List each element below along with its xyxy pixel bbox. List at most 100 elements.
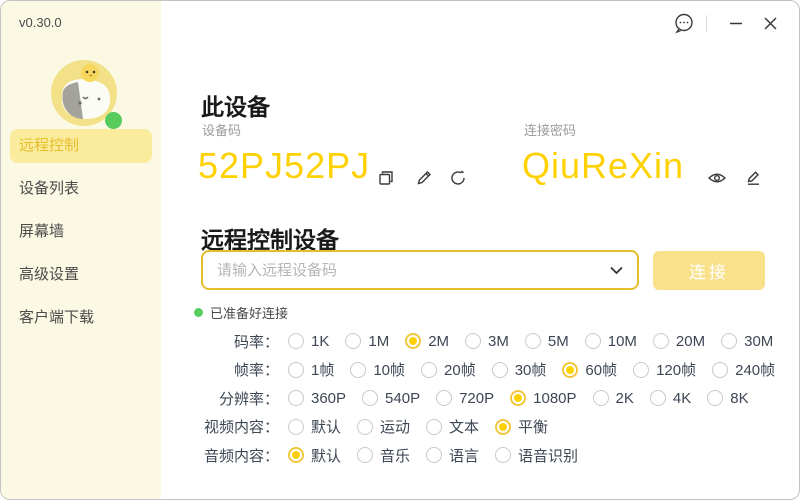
radio-group: 1K 1M 2M 3M 5M 10M 20M 30M [288, 333, 789, 350]
connection-status: 已准备好连接 [194, 303, 288, 322]
radio-selected-icon [405, 333, 421, 349]
radio-icon [436, 390, 452, 406]
feedback-chat-icon[interactable] [672, 11, 696, 35]
password-value: QiuReXin [522, 145, 684, 187]
radio-option-label: 1帧 [311, 359, 334, 380]
radio-option[interactable]: 240帧 [712, 359, 775, 380]
radio-icon [345, 333, 361, 349]
radio-option-label: 默认 [311, 445, 341, 466]
eye-icon[interactable] [707, 168, 727, 188]
radio-option[interactable]: 2K [593, 390, 634, 407]
radio-option-label: 语言 [449, 445, 479, 466]
radio-selected-icon [495, 419, 511, 435]
radio-option-label: 20M [676, 333, 705, 350]
sidebar-item-remote-control[interactable]: 远程控制 [10, 129, 152, 163]
radio-icon [350, 362, 366, 378]
titlebar-separator [706, 15, 707, 32]
setting-row: 帧率：1帧10帧20帧30帧60帧120帧240帧 [201, 356, 786, 385]
device-code-value: 52PJ52PJ [198, 145, 370, 187]
radio-option[interactable]: 默认 [288, 416, 341, 437]
sidebar-item-device-list[interactable]: 设备列表 [10, 172, 152, 206]
radio-option-label: 720P [459, 390, 494, 407]
radio-icon [465, 333, 481, 349]
radio-icon [650, 390, 666, 406]
radio-option-label: 30帧 [515, 359, 547, 380]
radio-group: 360P 540P 720P 1080P 2K 4K 8K [288, 390, 765, 407]
radio-option[interactable]: 1M [345, 333, 389, 350]
radio-option-label: 30M [744, 333, 773, 350]
radio-option-label: 120帧 [656, 359, 696, 380]
sidebar-item-screen-wall[interactable]: 屏幕墙 [10, 215, 152, 249]
radio-icon [288, 390, 304, 406]
setting-row-label: 码率： [201, 331, 279, 352]
radio-option-label: 1080P [533, 390, 576, 407]
radio-group: 默认 运动文本平衡 [288, 416, 564, 437]
radio-option[interactable]: 1K [288, 333, 329, 350]
edit-icon[interactable] [414, 168, 434, 188]
radio-option[interactable]: 语音识别 [495, 445, 578, 466]
sidebar: v0.30.0 远程控制设备列表屏幕墙高级设置客户端下载 [1, 1, 161, 499]
device-code-label: 设备码 [202, 120, 241, 139]
radio-icon [585, 333, 601, 349]
remote-device-code-field [201, 250, 639, 290]
radio-option[interactable]: 文本 [426, 416, 479, 437]
sidebar-item-advanced-settings[interactable]: 高级设置 [10, 258, 152, 292]
radio-option[interactable]: 540P [362, 390, 420, 407]
radio-icon [653, 333, 669, 349]
radio-option-label: 默认 [311, 416, 341, 437]
radio-option-label: 5M [548, 333, 569, 350]
radio-option-label: 8K [730, 390, 748, 407]
close-button[interactable] [758, 11, 782, 35]
radio-icon [362, 390, 378, 406]
radio-option[interactable]: 20M [653, 333, 705, 350]
radio-option[interactable]: 音乐 [357, 445, 410, 466]
setting-row-label: 分辨率： [201, 388, 279, 409]
radio-option[interactable]: 语言 [426, 445, 479, 466]
minimize-button[interactable] [724, 11, 748, 35]
sidebar-item-client-download[interactable]: 客户端下载 [10, 301, 152, 335]
radio-option-label: 4K [673, 390, 691, 407]
copy-icon[interactable] [376, 168, 396, 188]
radio-option[interactable]: 平衡 [495, 416, 548, 437]
radio-option[interactable]: 3M [465, 333, 509, 350]
password-label: 连接密码 [524, 120, 576, 139]
edit-icon[interactable] [743, 168, 763, 188]
radio-option[interactable]: 运动 [357, 416, 410, 437]
radio-option[interactable]: 2M [405, 333, 449, 350]
radio-option[interactable]: 120帧 [633, 359, 696, 380]
radio-option-label: 运动 [380, 416, 410, 437]
radio-selected-icon [288, 447, 304, 463]
setting-row: 分辨率： 360P 540P 720P 1080P 2K 4K 8K [201, 384, 786, 413]
radio-option[interactable]: 30M [721, 333, 773, 350]
radio-option[interactable]: 10帧 [350, 359, 405, 380]
avatar[interactable] [50, 59, 118, 127]
radio-option-label: 3M [488, 333, 509, 350]
radio-option[interactable]: 720P [436, 390, 494, 407]
radio-icon [707, 390, 723, 406]
radio-option[interactable]: 5M [525, 333, 569, 350]
radio-icon [288, 333, 304, 349]
radio-option[interactable]: 20帧 [421, 359, 476, 380]
radio-icon [492, 362, 508, 378]
radio-icon [357, 447, 373, 463]
radio-option[interactable]: 8K [707, 390, 748, 407]
radio-option[interactable]: 360P [288, 390, 346, 407]
radio-option-label: 语音识别 [518, 445, 578, 466]
status-text: 已准备好连接 [210, 303, 288, 322]
radio-option[interactable]: 10M [585, 333, 637, 350]
radio-option[interactable]: 30帧 [492, 359, 547, 380]
setting-row-label: 视频内容： [201, 416, 279, 437]
chevron-down-icon[interactable] [603, 266, 629, 275]
setting-row: 音频内容：默认音乐语言语音识别 [201, 441, 786, 470]
remote-device-code-input[interactable] [203, 262, 603, 279]
connect-button[interactable]: 连接 [653, 251, 765, 290]
radio-option-label: 1M [368, 333, 389, 350]
radio-option[interactable]: 1080P [510, 390, 576, 407]
stream-settings: 码率：1K1M2M3M5M10M20M30M帧率：1帧10帧20帧30帧60帧1… [201, 327, 786, 470]
radio-option[interactable]: 1帧 [288, 359, 334, 380]
radio-option[interactable]: 4K [650, 390, 691, 407]
radio-option-label: 20帧 [444, 359, 476, 380]
radio-option[interactable]: 60帧 [562, 359, 617, 380]
refresh-icon[interactable] [448, 168, 468, 188]
radio-option[interactable]: 默认 [288, 445, 341, 466]
